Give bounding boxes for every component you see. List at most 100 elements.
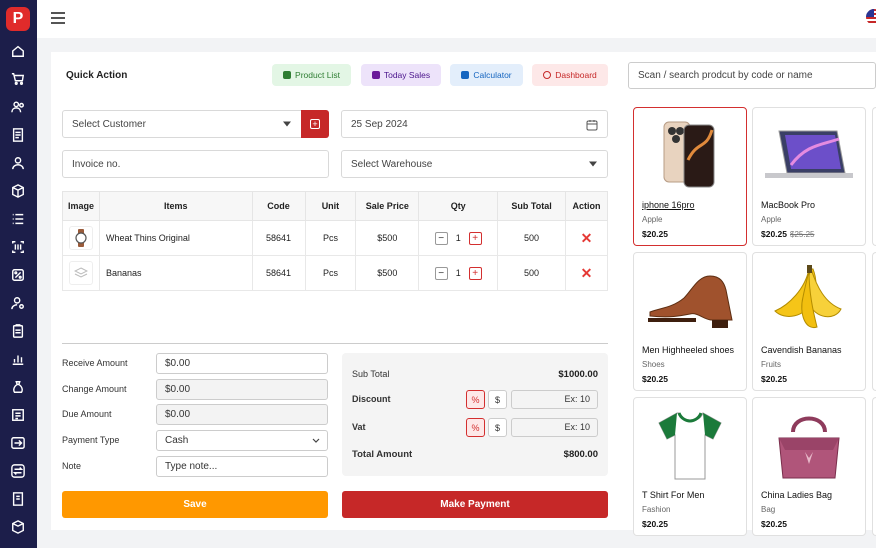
product-category: Apple bbox=[642, 215, 663, 224]
product-card[interactable]: Men Highheeled shoes Shoes $20.25 bbox=[633, 252, 747, 391]
today-sales-button[interactable]: Today Sales bbox=[361, 64, 441, 86]
menu-toggle-icon[interactable] bbox=[51, 12, 65, 24]
product-search-input[interactable]: Scan / search prodcut by code or name bbox=[628, 62, 876, 89]
users-icon[interactable] bbox=[10, 99, 26, 115]
book-icon[interactable] bbox=[10, 491, 26, 507]
row-item-name: Wheat Thins Original bbox=[98, 220, 253, 256]
today-sales-label: Today Sales bbox=[383, 70, 431, 80]
placeholder-image bbox=[68, 261, 93, 285]
shoe-image bbox=[634, 257, 746, 343]
product-card-partial[interactable] bbox=[872, 252, 876, 391]
payment-type-select[interactable]: Cash bbox=[156, 430, 328, 451]
product-name: China Ladies Bag bbox=[761, 490, 833, 500]
discount-icon[interactable] bbox=[10, 267, 26, 283]
product-card-partial[interactable] bbox=[872, 397, 876, 536]
product-price: $20.25 bbox=[761, 374, 787, 384]
save-button[interactable]: Save bbox=[62, 491, 328, 518]
note-placeholder: Type note... bbox=[165, 461, 218, 472]
note-input[interactable]: Type note... bbox=[156, 456, 328, 477]
due-amount-input[interactable]: $0.00 bbox=[156, 404, 328, 425]
col-items: Items bbox=[98, 191, 253, 221]
box-icon[interactable] bbox=[10, 183, 26, 199]
due-amount-label: Due Amount bbox=[62, 409, 112, 419]
receive-amount-input[interactable]: $0.00 bbox=[156, 353, 328, 374]
product-category: Shoes bbox=[642, 360, 665, 369]
row-action: ✕ bbox=[564, 255, 609, 291]
table-row: Bananas 58641 Pcs $500 −1 + 500 ✕ bbox=[62, 255, 609, 291]
vat-fixed-button[interactable]: $ bbox=[488, 418, 507, 437]
row-unit: Pcs bbox=[304, 255, 357, 291]
discount-input[interactable]: Ex: 10 bbox=[511, 390, 598, 409]
invoice-input[interactable]: Invoice no. bbox=[62, 150, 329, 178]
package-icon[interactable] bbox=[10, 519, 26, 535]
col-unit: Unit bbox=[304, 191, 357, 221]
watch-image bbox=[68, 226, 93, 250]
vat-input[interactable]: Ex: 10 bbox=[511, 418, 598, 437]
quick-action-title: Quick Action bbox=[66, 70, 128, 81]
note-label: Note bbox=[62, 461, 82, 471]
product-card[interactable]: T Shirt For Men Fashion $20.25 bbox=[633, 397, 747, 536]
date-field[interactable]: 25 Sep 2024 bbox=[341, 110, 608, 138]
decrement-button[interactable]: − bbox=[434, 231, 448, 245]
top-bar bbox=[37, 0, 876, 38]
product-name: Men Highheeled shoes bbox=[642, 345, 735, 355]
report-icon[interactable] bbox=[10, 407, 26, 423]
calculator-button[interactable]: Calculator bbox=[450, 64, 523, 86]
increment-button[interactable]: + bbox=[468, 266, 482, 280]
barcode-icon[interactable] bbox=[10, 239, 26, 255]
receipt-icon bbox=[371, 71, 380, 79]
exchange-icon[interactable] bbox=[10, 463, 26, 479]
dashboard-button[interactable]: Dashboard bbox=[532, 64, 608, 86]
product-name: T Shirt For Men bbox=[642, 490, 705, 500]
app-logo[interactable]: P bbox=[6, 7, 30, 31]
chart-icon[interactable] bbox=[10, 351, 26, 367]
user-settings-icon[interactable] bbox=[10, 295, 26, 311]
subtotal-value: $1000.00 bbox=[558, 369, 598, 380]
cart-table: Image Items Code Unit Sale Price Qty Sub… bbox=[62, 191, 609, 291]
increment-button[interactable]: + bbox=[468, 231, 482, 245]
customer-select[interactable]: Select Customer bbox=[62, 110, 302, 138]
product-card[interactable]: Cavendish Bananas Fruits $20.25 bbox=[752, 252, 866, 391]
vat-percent-button[interactable]: % bbox=[466, 418, 485, 437]
team-icon[interactable] bbox=[10, 155, 26, 171]
remove-icon[interactable]: ✕ bbox=[581, 230, 593, 246]
col-sub-total: Sub Total bbox=[497, 191, 566, 221]
decrement-button[interactable]: − bbox=[434, 266, 448, 280]
receive-amount-value: $0.00 bbox=[165, 358, 191, 369]
product-category: Bag bbox=[761, 505, 776, 514]
warehouse-select[interactable]: Select Warehouse bbox=[341, 150, 608, 178]
discount-percent-button[interactable]: % bbox=[466, 390, 485, 409]
product-card-partial[interactable] bbox=[872, 107, 876, 246]
col-image: Image bbox=[62, 191, 100, 221]
row-price: $500 bbox=[355, 220, 420, 256]
us-flag-icon[interactable] bbox=[866, 9, 876, 25]
payment-type-value: Cash bbox=[165, 435, 189, 446]
chevron-down-icon bbox=[283, 121, 291, 127]
make-payment-button[interactable]: Make Payment bbox=[342, 491, 608, 518]
add-customer-button[interactable]: + bbox=[301, 110, 329, 138]
product-list-button[interactable]: Product List bbox=[272, 64, 351, 86]
remove-icon[interactable]: ✕ bbox=[581, 265, 593, 281]
price-value: $20.25 bbox=[642, 374, 668, 384]
change-amount-input[interactable]: $0.00 bbox=[156, 379, 328, 400]
product-card[interactable]: China Ladies Bag Bag $20.25 bbox=[752, 397, 866, 536]
list-icon[interactable] bbox=[10, 211, 26, 227]
row-qty: −1 + bbox=[418, 255, 499, 291]
document-icon[interactable] bbox=[10, 127, 26, 143]
vat-label: Vat bbox=[352, 422, 366, 432]
transfer-icon[interactable] bbox=[10, 435, 26, 451]
payment-type-label: Payment Type bbox=[62, 435, 120, 445]
clipboard-icon[interactable] bbox=[10, 323, 26, 339]
change-amount-value: $0.00 bbox=[165, 384, 191, 395]
product-card[interactable]: iphone 16pro Apple $20.25 bbox=[633, 107, 747, 246]
home-icon[interactable] bbox=[10, 43, 26, 59]
money-bag-icon[interactable] bbox=[10, 379, 26, 395]
product-name: iphone 16pro bbox=[642, 200, 695, 210]
row-image bbox=[62, 220, 100, 256]
price-value: $20.25 bbox=[642, 519, 668, 529]
discount-fixed-button[interactable]: $ bbox=[488, 390, 507, 409]
cart-icon[interactable] bbox=[10, 71, 26, 87]
old-price-value: $25.25 bbox=[790, 230, 815, 239]
product-card[interactable]: MacBook Pro Apple $20.25 $25.25 bbox=[752, 107, 866, 246]
row-unit: Pcs bbox=[304, 220, 357, 256]
